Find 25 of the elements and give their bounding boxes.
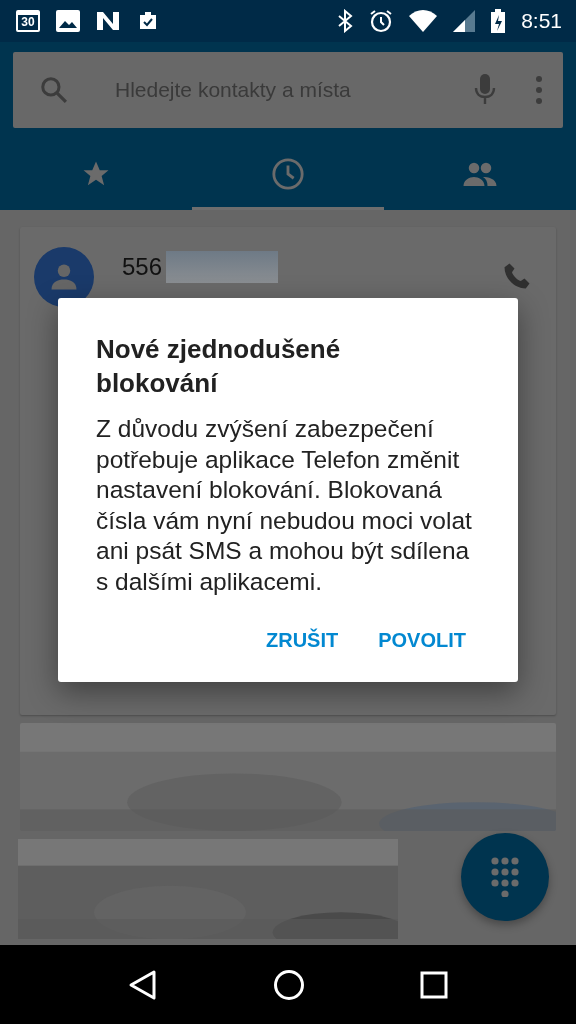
dialpad-button[interactable] <box>461 833 549 921</box>
dialpad-icon <box>491 857 519 897</box>
allow-button[interactable]: POVOLIT <box>378 629 466 652</box>
calendar-icon: 30 <box>16 10 40 32</box>
cancel-button[interactable]: ZRUŠIT <box>266 629 339 652</box>
microphone-icon[interactable] <box>473 74 497 106</box>
bluetooth-icon <box>337 9 354 33</box>
search-icon <box>39 75 69 105</box>
recents-icon[interactable] <box>420 970 449 999</box>
wifi-icon <box>409 10 438 32</box>
battery-icon <box>491 9 506 33</box>
clock-icon <box>271 156 305 191</box>
more-icon[interactable] <box>535 75 543 105</box>
dialog-message: Z důvodu zvýšení zabezpečení potřebuje aplikace Telefon změnit nastavení blokování. Blokovaná čísla vám nyní nebudou moci volat ani psát SMS a mohou být sdílena s dalšími aplikacemi. <box>96 414 473 597</box>
image-icon <box>56 10 80 32</box>
avatar-icon <box>34 247 94 307</box>
phone-number: 556 <box>122 253 163 281</box>
back-icon[interactable] <box>127 968 158 1001</box>
n-logo-icon <box>96 10 120 32</box>
clock-time: 8:51 <box>521 9 562 33</box>
alarm-icon <box>369 9 394 33</box>
phone-icon[interactable] <box>502 261 532 291</box>
signal-icon <box>453 10 476 32</box>
dialog-title: Nové zjednodušené blokování <box>96 333 342 400</box>
home-icon[interactable] <box>273 968 305 1001</box>
